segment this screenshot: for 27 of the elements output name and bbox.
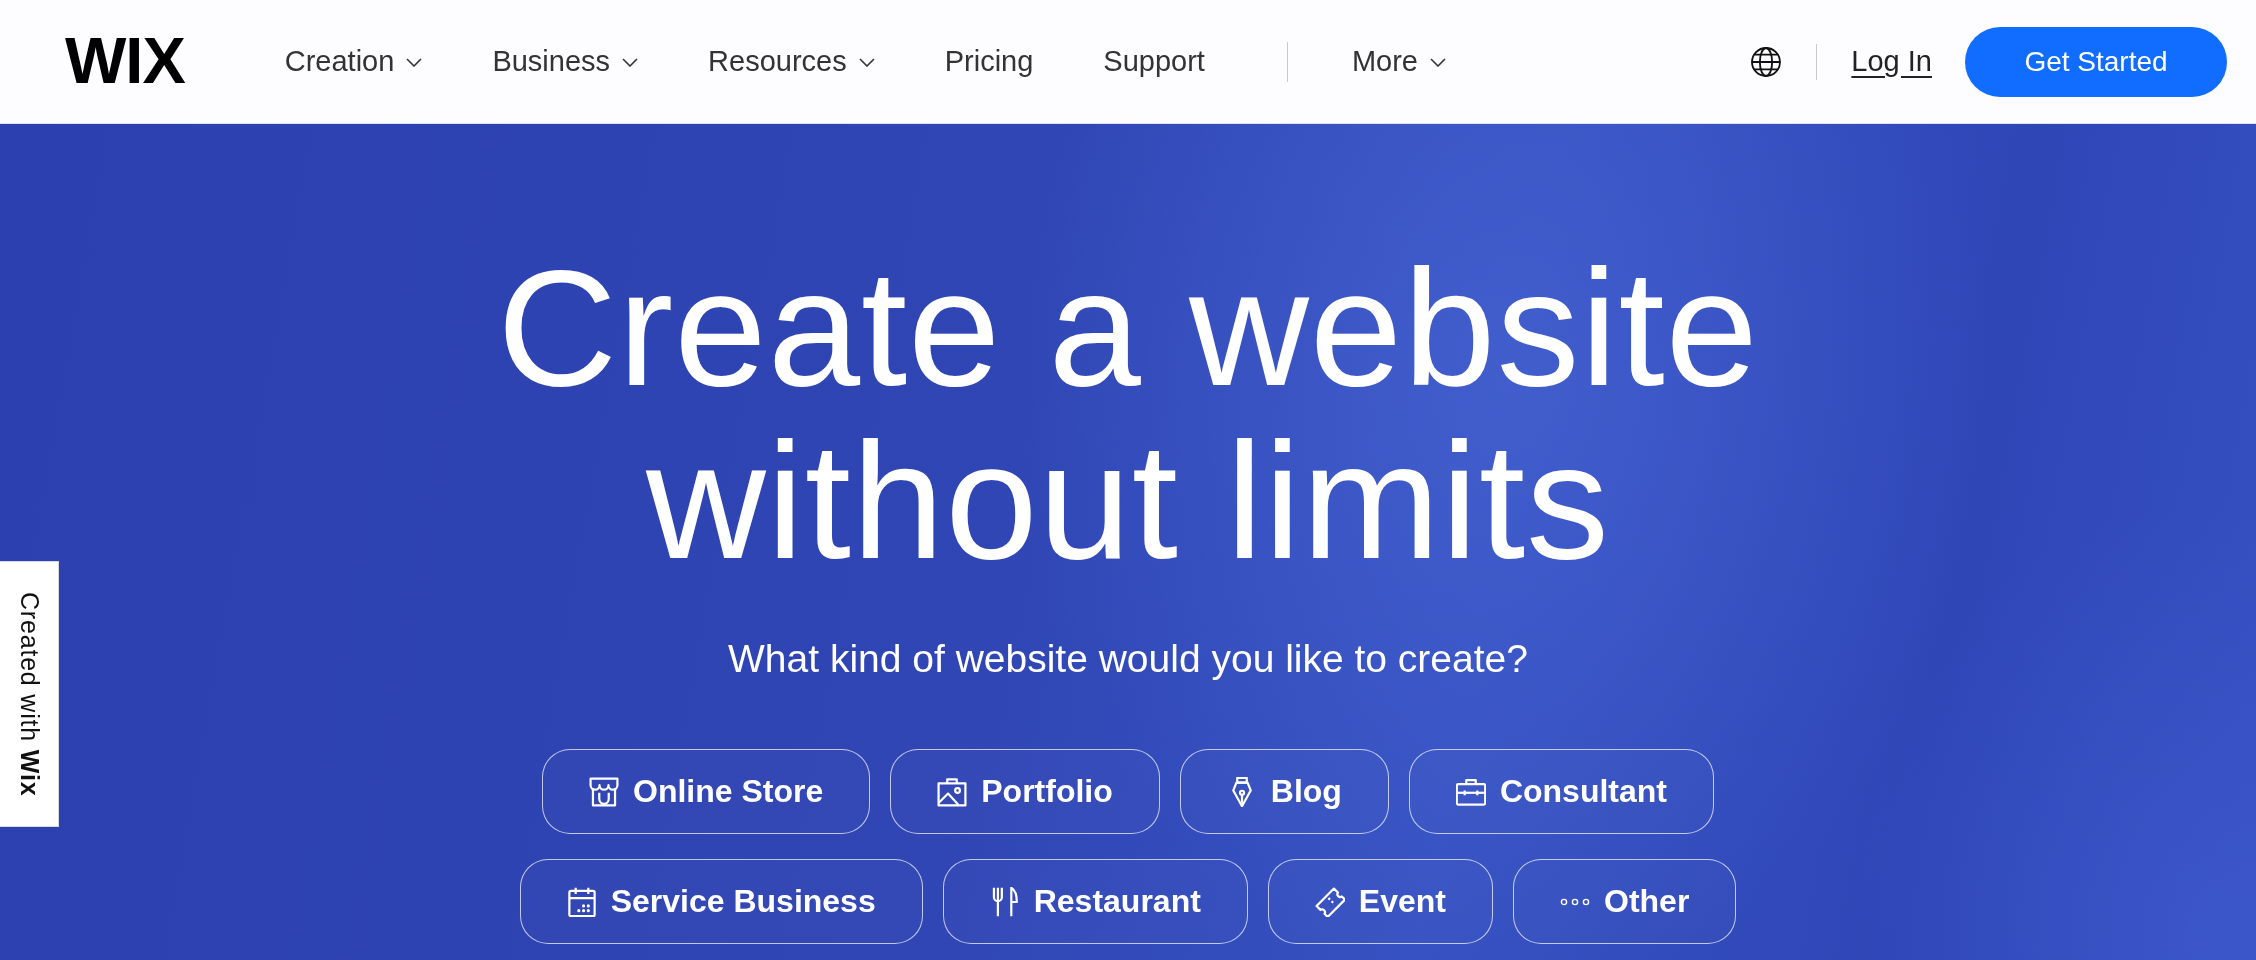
site-type-button[interactable]: Online Store — [542, 749, 871, 834]
briefcase-icon — [1455, 776, 1486, 807]
image-case-icon — [937, 776, 968, 807]
get-started-button[interactable]: Get Started — [1965, 26, 2227, 97]
site-type-button[interactable]: Service Business — [519, 859, 923, 944]
hero-subtitle: What kind of website would you like to create? — [728, 636, 1528, 682]
nav-menu-link[interactable]: Creation — [284, 44, 423, 79]
site-type-button[interactable]: Consultant — [1408, 749, 1714, 834]
wix-logo[interactable]: WIX — [65, 28, 185, 93]
created-with-wix-badge[interactable]: Created with Wix — [0, 561, 59, 827]
nav-menu-link[interactable]: Business — [492, 44, 639, 79]
more-dots-icon — [1560, 896, 1590, 907]
site-type-button[interactable]: Blog — [1179, 749, 1389, 834]
site-type-button[interactable]: Restaurant — [942, 859, 1248, 944]
nav-menu-link[interactable]: Resources — [708, 44, 875, 79]
globe-icon[interactable] — [1750, 45, 1783, 78]
site-type-button[interactable]: Event — [1267, 859, 1493, 944]
nav-link[interactable]: Pricing — [944, 44, 1034, 79]
storefront-icon — [589, 776, 619, 807]
calendar-icon — [566, 886, 597, 917]
login-link[interactable]: Log In — [1851, 45, 1932, 78]
nav-menu-link[interactable]: More — [1351, 44, 1446, 79]
site-type-button[interactable]: Portfolio — [890, 749, 1160, 834]
site-type-button[interactable]: Other — [1513, 859, 1737, 944]
hero-heading: Create a website without limits — [496, 241, 1760, 587]
ticket-icon — [1314, 886, 1345, 917]
nav-link[interactable]: Support — [1103, 44, 1205, 79]
